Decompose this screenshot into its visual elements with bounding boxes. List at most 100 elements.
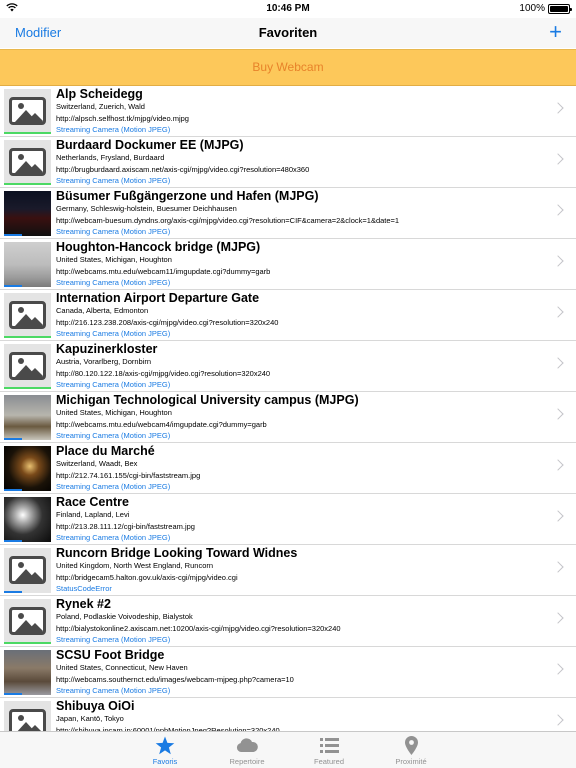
webcam-thumbnail <box>4 548 51 593</box>
webcam-thumbnail <box>4 446 51 491</box>
list-item[interactable]: Kapuzinerkloster Austria, Vorarlberg, Dor… <box>0 341 576 392</box>
location-pin-icon <box>370 735 452 756</box>
list-item[interactable]: Shibuya OiOi Japan, Kantō, Tokyo http://sh… <box>0 698 576 732</box>
add-webcam-button[interactable]: + <box>549 20 562 44</box>
webcam-status: Streaming Camera (Motion JPEG) <box>56 176 171 185</box>
battery-icon <box>548 3 572 14</box>
chevron-right-icon <box>552 459 564 471</box>
list-item[interactable]: Burdaard Dockumer EE (MJPG) Netherlands, … <box>0 137 576 188</box>
tab-favoris[interactable]: Favoris <box>124 732 206 768</box>
webcam-url: http://216.123.238.208/axis-cgi/mjpg/vid… <box>56 318 279 327</box>
webcam-url: http://80.120.122.18/axis-cgi/mjpg/video… <box>56 369 271 378</box>
tab-featured[interactable]: Featured <box>288 732 370 768</box>
webcam-photo <box>4 446 51 491</box>
webcam-title: Race Centre <box>56 495 129 509</box>
webcam-status: Streaming Camera (Motion JPEG) <box>56 431 171 440</box>
webcam-thumbnail <box>4 89 51 134</box>
battery-percent: 100% <box>519 3 545 14</box>
webcam-location: Switzerland, Waadt, Bex <box>56 459 138 468</box>
webcam-status: Streaming Camera (Motion JPEG) <box>56 227 171 236</box>
tab-label: Proximité <box>395 757 427 766</box>
webcam-thumbnail <box>4 293 51 338</box>
chevron-right-icon <box>552 204 564 216</box>
webcam-photo <box>4 395 51 440</box>
webcam-url: http://213.28.111.12/cgi-bin/faststream.… <box>56 522 195 531</box>
webcam-location: Poland, Podlaskie Voivodeship, Bialystok <box>56 612 193 621</box>
webcam-title: Rynek #2 <box>56 597 111 611</box>
tab-proximit[interactable]: Proximité <box>370 732 452 768</box>
webcam-status: Streaming Camera (Motion JPEG) <box>56 278 171 287</box>
webcam-title: Michigan Technological University campus… <box>56 393 359 407</box>
list-item[interactable]: Alp Scheidegg Switzerland, Zuerich, Wald h… <box>0 86 576 137</box>
chevron-right-icon <box>552 408 564 420</box>
webcam-title: Place du Marché <box>56 444 155 458</box>
webcam-photo <box>4 191 51 236</box>
page-title: Favoriten <box>258 25 318 40</box>
webcam-location: Canada, Alberta, Edmonton <box>56 306 149 315</box>
webcam-url: http://webcams.mtu.edu/webcam11/imgupdat… <box>56 267 271 276</box>
webcam-url: http://webcams.mtu.edu/webcam4/imgupdate… <box>56 420 267 429</box>
webcam-thumbnail <box>4 650 51 695</box>
list-item[interactable]: Internation Airport Departure Gate Canada… <box>0 290 576 341</box>
webcam-url: http://brugburdaard.axiscam.net/axis-cgi… <box>56 165 310 174</box>
webcam-status: Streaming Camera (Motion JPEG) <box>56 686 171 695</box>
image-placeholder-icon <box>9 556 46 584</box>
webcam-thumbnail <box>4 395 51 440</box>
webcam-location: Germany, Schleswig-holstein, Buesumer De… <box>56 204 237 213</box>
webcam-photo <box>4 497 51 542</box>
webcam-thumbnail <box>4 191 51 236</box>
status-indicator-bar <box>4 132 51 134</box>
webcam-thumbnail <box>4 497 51 542</box>
status-indicator-bar <box>4 285 22 287</box>
navigation-bar: Modifier Favoriten + <box>0 18 576 48</box>
webcam-location: Switzerland, Zuerich, Wald <box>56 102 145 111</box>
list-item[interactable]: Place du Marché Switzerland, Waadt, Bex ht… <box>0 443 576 494</box>
list-item[interactable]: Michigan Technological University campus… <box>0 392 576 443</box>
webcam-location: United States, Michigan, Houghton <box>56 255 172 264</box>
image-placeholder-icon <box>9 148 46 176</box>
chevron-right-icon <box>552 357 564 369</box>
chevron-right-icon <box>552 663 564 675</box>
webcam-url: http://webcams.southernct.edu/images/web… <box>56 675 294 684</box>
webcam-location: United States, Connecticut, New Haven <box>56 663 188 672</box>
chevron-right-icon <box>552 510 564 522</box>
webcam-url: http://212.74.161.155/cgi-bin/faststream… <box>56 471 201 480</box>
star-icon <box>124 735 206 756</box>
tab-bar: Favoris Repertoire Featured Proximité <box>0 731 576 768</box>
webcam-status: Streaming Camera (Motion JPEG) <box>56 533 171 542</box>
tab-repertoire[interactable]: Repertoire <box>206 732 288 768</box>
chevron-right-icon <box>552 714 564 726</box>
favorites-list[interactable]: Alp Scheidegg Switzerland, Zuerich, Wald h… <box>0 86 576 732</box>
webcam-status: Streaming Camera (Motion JPEG) <box>56 635 171 644</box>
buy-webcam-button[interactable]: Buy Webcam <box>0 49 576 86</box>
status-indicator-bar <box>4 387 51 389</box>
webcam-url: http://alpsch.selfhost.tk/mjpg/video.mjp… <box>56 114 189 123</box>
webcam-location: United Kingdom, North West England, Runc… <box>56 561 214 570</box>
webcam-location: United States, Michigan, Houghton <box>56 408 172 417</box>
webcam-title: Kapuzinerkloster <box>56 342 158 356</box>
list-item[interactable]: Rynek #2 Poland, Podlaskie Voivodeship, B… <box>0 596 576 647</box>
status-indicator-bar <box>4 693 22 695</box>
webcam-thumbnail <box>4 701 51 732</box>
image-placeholder-icon <box>9 352 46 380</box>
webcam-url: http://webcam-buesum.dyndns.org/axis-cgi… <box>56 216 400 225</box>
image-placeholder-icon <box>9 301 46 329</box>
status-time: 10:46 PM <box>266 3 310 14</box>
status-indicator-bar <box>4 336 51 338</box>
list-item[interactable]: Runcorn Bridge Looking Toward Widnes Unit… <box>0 545 576 596</box>
chevron-right-icon <box>552 612 564 624</box>
list-item[interactable]: SCSU Foot Bridge United States, Connectic… <box>0 647 576 698</box>
list-item[interactable]: Race Centre Finland, Lapland, Levi http://… <box>0 494 576 545</box>
list-item[interactable]: Büsumer Fußgängerzone und Hafen (MJPG) Ge… <box>0 188 576 239</box>
list-item[interactable]: Houghton-Hancock bridge (MJPG) United Sta… <box>0 239 576 290</box>
webcam-status: Streaming Camera (Motion JPEG) <box>56 380 171 389</box>
list-icon <box>288 735 370 756</box>
webcam-title: Houghton-Hancock bridge (MJPG) <box>56 240 261 254</box>
chevron-right-icon <box>552 561 564 573</box>
webcam-thumbnail <box>4 599 51 644</box>
image-placeholder-icon <box>9 607 46 635</box>
webcam-location: Finland, Lapland, Levi <box>56 510 130 519</box>
webcam-url: http://bridgecam5.halton.gov.uk/axis-cgi… <box>56 573 238 582</box>
webcam-photo <box>4 242 51 287</box>
image-placeholder-icon <box>9 709 46 732</box>
